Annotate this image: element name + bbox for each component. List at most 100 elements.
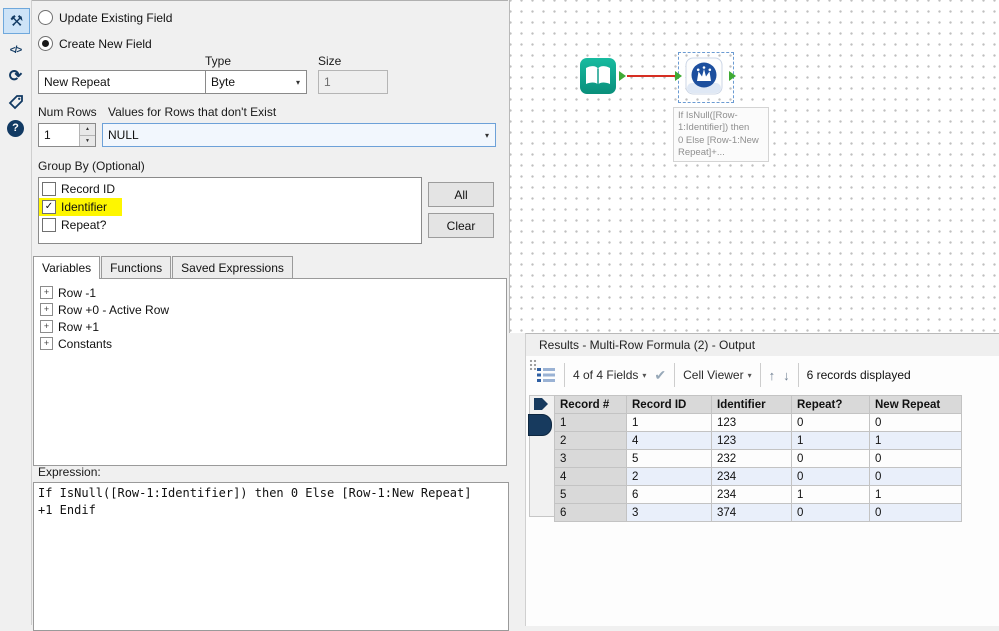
cell[interactable]: 0 [791,467,870,486]
row-number-cell[interactable]: 5 [554,485,627,504]
tree-item-constants[interactable]: + Constants [40,335,506,352]
cell[interactable]: 1 [626,413,712,432]
toolbar-separator [759,363,761,387]
expand-icon[interactable]: + [40,286,53,299]
radio-update-label: Update Existing Field [59,10,173,25]
records-displayed-label: 6 records displayed [806,368,911,382]
cell[interactable]: 0 [869,449,962,468]
values-no-exist-dropdown[interactable]: NULL ▾ [102,123,496,147]
group-item-label: Identifier [61,200,108,214]
group-item-repeat[interactable]: Repeat? [39,216,421,234]
refresh-tab-button[interactable]: ⟳ [3,64,28,88]
clear-button[interactable]: Clear [428,213,494,238]
expand-icon[interactable]: + [40,337,53,350]
spin-up-icon[interactable]: ▲ [80,124,95,135]
cell[interactable]: 0 [869,413,962,432]
column-header-identifier[interactable]: Identifier [711,395,792,414]
cell[interactable]: 0 [791,449,870,468]
text-input-tool[interactable] [579,57,617,95]
row-number-cell[interactable]: 1 [554,413,627,432]
column-header-repeat[interactable]: Repeat? [791,395,870,414]
cell[interactable]: 123 [711,413,792,432]
tab-saved-expressions[interactable]: Saved Expressions [172,256,293,278]
output-anchor-icon[interactable] [729,71,736,81]
row-number-cell[interactable]: 6 [554,503,627,522]
tree-item-row-0-active[interactable]: + Row +0 - Active Row [40,301,506,318]
drag-grip-icon[interactable] [529,359,538,371]
row-number-cell[interactable]: 2 [554,431,627,450]
cell[interactable]: 1 [791,431,870,450]
configuration-tab-button[interactable]: ⚒ [3,8,30,34]
apply-check-icon[interactable]: ✔ [654,367,666,384]
workflow-canvas[interactable]: If IsNull([Row- 1:Identifier]) then 0 El… [509,0,999,333]
cell[interactable]: 0 [791,503,870,522]
connection-line[interactable] [627,75,677,77]
grid-view-icon[interactable] [536,366,556,384]
num-rows-stepper[interactable]: 1 ▲ ▼ [38,123,96,147]
multi-row-formula-icon [685,57,723,95]
help-button[interactable]: ? [3,116,28,140]
tree-item-label: Row +1 [58,319,100,334]
multi-row-formula-tool[interactable] [685,57,723,95]
input-anchor-icon[interactable] [675,71,682,81]
output-anchor-icon[interactable] [619,71,626,81]
spin-down-icon[interactable]: ▼ [80,134,95,146]
group-item-record-id[interactable]: Record ID [39,180,421,198]
cell[interactable]: 0 [869,467,962,486]
row-number-cell[interactable]: 3 [554,449,627,468]
cell[interactable]: 3 [626,503,712,522]
table-row: 5 6 234 1 1 [554,485,962,504]
cell[interactable]: 374 [711,503,792,522]
type-value: Byte [211,75,236,89]
cell[interactable]: 234 [711,485,792,504]
cell[interactable]: 2 [626,467,712,486]
filter-funnel-icon[interactable] [533,397,549,411]
cell[interactable]: 6 [626,485,712,504]
cell[interactable]: 0 [869,503,962,522]
tree-item-row-plus-1[interactable]: + Row +1 [40,318,506,335]
table-row: 4 2 234 0 0 [554,467,962,486]
annotation-tab-button[interactable] [3,90,28,114]
group-item-identifier[interactable]: ✓ Identifier [39,198,122,216]
cell[interactable]: 5 [626,449,712,468]
expression-editor[interactable]: If IsNull([Row-1:Identifier]) then 0 Els… [33,482,509,631]
tree-item-label: Row +0 - Active Row [58,302,170,317]
tool-annotation[interactable]: If IsNull([Row- 1:Identifier]) then 0 El… [673,107,769,163]
expand-icon[interactable]: + [40,320,53,333]
scroll-up-icon[interactable]: ↑ [769,368,776,383]
output-anchor-bookmark-icon[interactable] [528,414,552,436]
column-header-new-repeat[interactable]: New Repeat [869,395,962,414]
tree-item-row-minus-1[interactable]: + Row -1 [40,284,506,301]
radio-selected-icon [38,36,53,51]
stepper-buttons[interactable]: ▲ ▼ [79,124,95,146]
type-dropdown[interactable]: Byte ▾ [205,70,307,94]
cell[interactable]: 234 [711,467,792,486]
cell[interactable]: 232 [711,449,792,468]
expand-icon[interactable]: + [40,303,53,316]
scroll-down-icon[interactable]: ↓ [783,368,790,383]
cell[interactable]: 1 [791,485,870,504]
tab-functions[interactable]: Functions [101,256,172,278]
toolbar-separator [797,363,799,387]
fields-dropdown-button[interactable]: 4 of 4 Fields ▾ [573,368,646,382]
cell[interactable]: 1 [869,485,962,504]
radio-update-existing-field[interactable]: Update Existing Field [38,10,172,25]
all-button[interactable]: All [428,182,494,207]
code-tab-button[interactable]: </> [3,38,28,62]
checkbox-checked-icon[interactable]: ✓ [42,200,56,214]
cell[interactable]: 4 [626,431,712,450]
cell[interactable]: 0 [791,413,870,432]
new-field-name-input[interactable]: New Repeat [38,70,212,94]
row-number-cell[interactable]: 4 [554,467,627,486]
radio-create-new-field[interactable]: Create New Field [38,36,152,51]
column-header-record-id[interactable]: Record ID [626,395,712,414]
cell[interactable]: 123 [711,431,792,450]
cell[interactable]: 1 [869,431,962,450]
tab-variables[interactable]: Variables [33,256,101,279]
cell-viewer-button[interactable]: Cell Viewer ▾ [683,368,751,382]
group-by-label: Group By (Optional) [38,159,145,173]
checkbox-unchecked-icon[interactable] [42,182,56,196]
tree-item-label: Row -1 [58,285,97,300]
column-header-record-num[interactable]: Record # [554,395,627,414]
checkbox-unchecked-icon[interactable] [42,218,56,232]
